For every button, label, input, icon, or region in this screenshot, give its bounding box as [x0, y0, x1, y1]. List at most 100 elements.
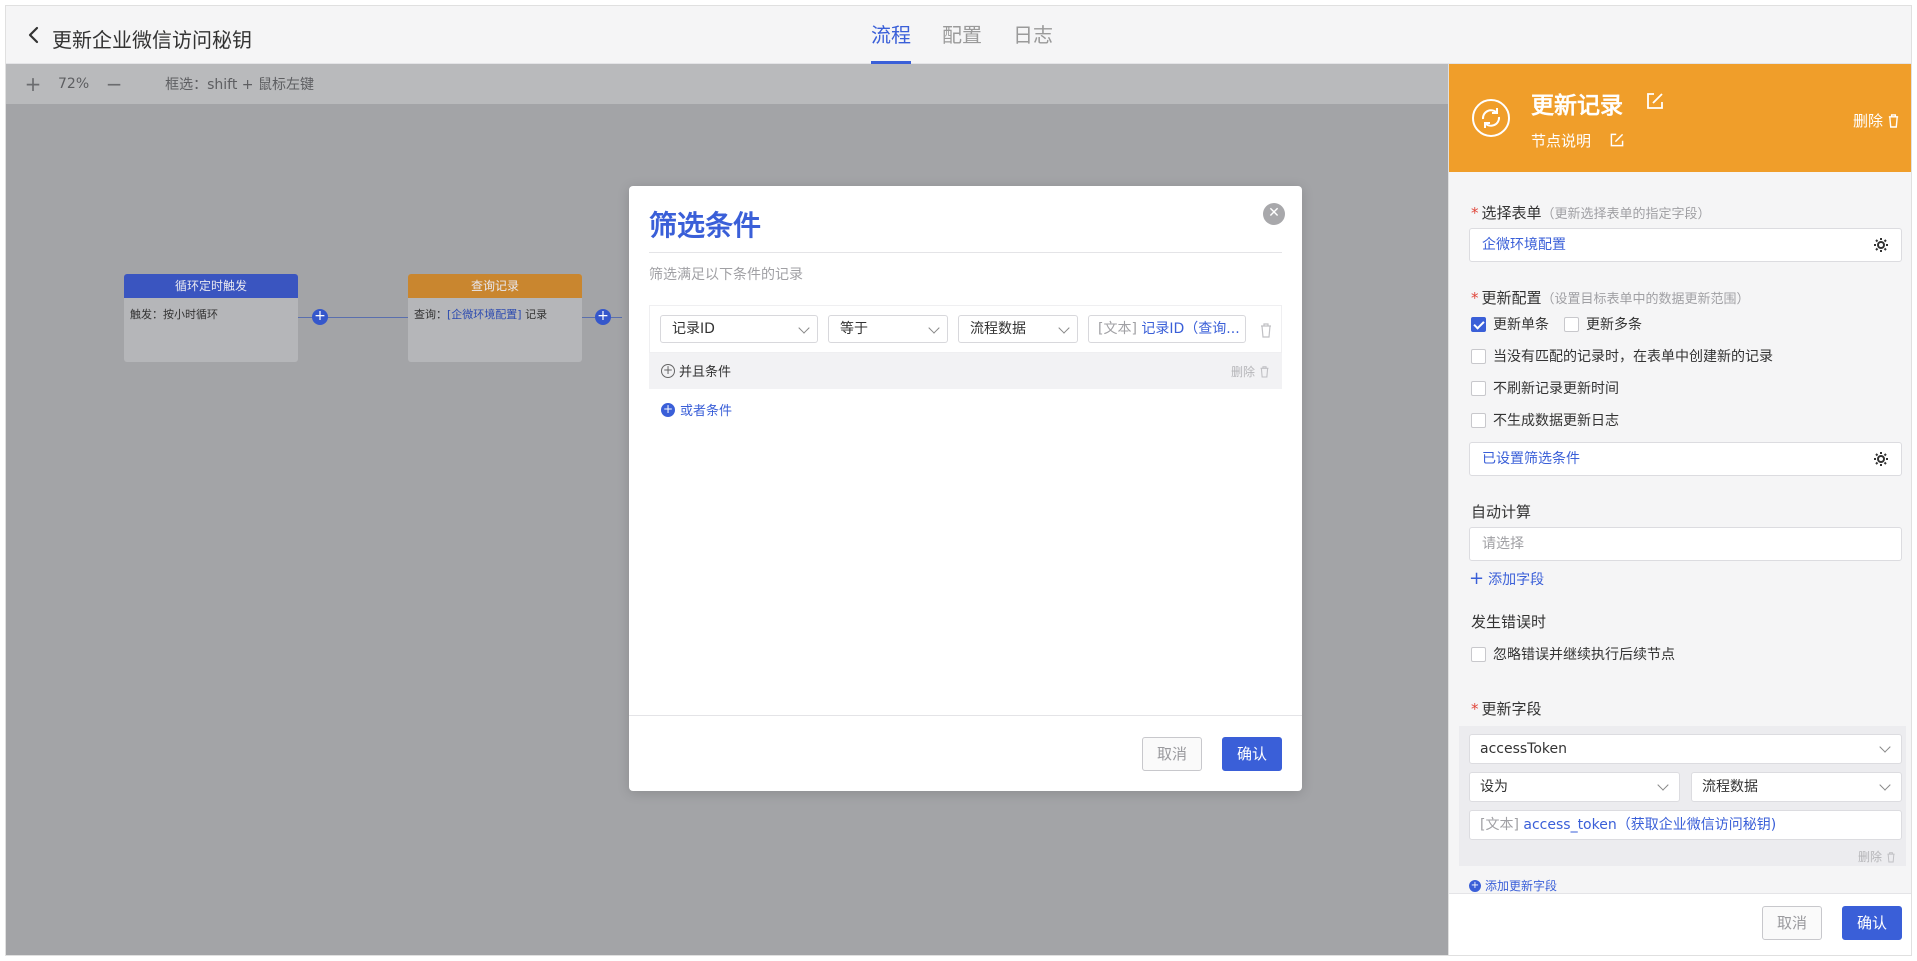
delete-node-button[interactable]: 删除: [1853, 110, 1900, 131]
auto-calc-select[interactable]: 请选择: [1469, 527, 1902, 561]
node-body: 查询：[企微环境配置] 记录: [414, 308, 548, 321]
plus-circle-icon: +: [661, 401, 675, 417]
or-condition-label: 或者条件: [680, 404, 733, 419]
zoom-out-button[interactable]: −: [103, 74, 125, 94]
select-form-label: * 选择表单（更新选择表单的指定字段）: [1471, 204, 1711, 222]
divider: [629, 715, 1302, 716]
trash-icon: [1887, 851, 1895, 862]
dialog-subtitle: 筛选满足以下条件的记录: [649, 267, 803, 283]
zoom-level: 72%: [58, 76, 90, 92]
condition-group: 记录ID 等于 流程数据 [文本] 记录ID（查询... + 并且条件 删除: [649, 305, 1282, 389]
panel-footer: 取消 确认: [1449, 893, 1911, 955]
dialog-cancel-button[interactable]: 取消: [1142, 737, 1202, 771]
gear-icon[interactable]: [1873, 237, 1889, 253]
refresh-icon: [1472, 99, 1510, 137]
condition-value-input[interactable]: [文本] 记录ID（查询...: [1088, 315, 1246, 343]
add-update-field-link[interactable]: + 添加更新字段: [1469, 877, 1557, 894]
trash-icon[interactable]: [1259, 322, 1273, 338]
create-if-missing-checkbox[interactable]: [1471, 348, 1486, 364]
top-header: 更新企业微信访问秘钥 流程 配置 日志: [6, 6, 1911, 64]
node-body: 触发：按小时循环: [130, 308, 218, 321]
delete-update-field-button[interactable]: 删除: [1858, 848, 1896, 865]
no-log-label: 不生成数据更新日志: [1493, 413, 1619, 429]
node-config-panel: 更新记录 节点说明 删除 * 选择表单（更新选择表单的指定字段） 企微环境配置 *…: [1448, 64, 1911, 955]
dialog-title: 筛选条件: [649, 209, 762, 242]
ignore-error-checkbox[interactable]: [1471, 646, 1486, 662]
close-icon[interactable]: ✕: [1263, 203, 1285, 225]
chevron-down-icon: [1657, 779, 1669, 791]
update-fields-label: * 更新字段: [1471, 700, 1542, 718]
chevron-down-icon: [798, 322, 810, 334]
condition-source-select[interactable]: 流程数据: [958, 315, 1078, 343]
plus-icon: +: [1469, 568, 1485, 589]
ignore-error-label: 忽略错误并继续执行后续节点: [1493, 647, 1675, 663]
panel-cancel-button[interactable]: 取消: [1762, 906, 1822, 940]
update-multi-label: 更新多条: [1586, 317, 1642, 333]
tab-flow[interactable]: 流程: [871, 6, 911, 64]
add-node-plus-icon[interactable]: +: [595, 309, 611, 325]
no-refresh-time-checkbox[interactable]: [1471, 380, 1486, 396]
panel-header: 更新记录 节点说明 删除: [1449, 64, 1911, 172]
page-title: 更新企业微信访问秘钥: [52, 28, 252, 52]
chevron-down-icon: [1058, 322, 1070, 334]
on-error-label: 发生错误时: [1471, 613, 1547, 631]
no-log-row: 不生成数据更新日志: [1471, 410, 1619, 430]
query-node[interactable]: 查询记录 查询：[企微环境配置] 记录: [408, 274, 582, 362]
auto-calc-label: 自动计算: [1471, 503, 1532, 521]
dialog-confirm-button[interactable]: 确认: [1222, 737, 1282, 771]
form-select[interactable]: 企微环境配置: [1469, 228, 1902, 262]
node-title: 循环定时触发: [124, 274, 298, 298]
update-op-select[interactable]: 设为: [1469, 772, 1680, 802]
main-tabs: 流程 配置 日志: [871, 6, 1053, 64]
selection-hint: 框选：shift + 鼠标左键: [165, 77, 314, 93]
no-refresh-time-row: 不刷新记录更新时间: [1471, 378, 1619, 398]
trigger-node[interactable]: 循环定时触发 触发：按小时循环: [124, 274, 298, 362]
update-source-select[interactable]: 流程数据: [1691, 772, 1902, 802]
add-or-condition[interactable]: + 或者条件: [661, 400, 732, 419]
update-field-select[interactable]: accessToken: [1469, 734, 1902, 764]
chevron-down-icon: [928, 322, 940, 334]
edit-icon[interactable]: [1609, 132, 1625, 148]
delete-group-button[interactable]: 删除: [1231, 363, 1270, 380]
back-arrow-icon[interactable]: [24, 25, 44, 45]
add-and-condition[interactable]: + 并且条件: [661, 361, 731, 380]
add-field-link[interactable]: + 添加字段: [1469, 569, 1544, 589]
no-refresh-time-label: 不刷新记录更新时间: [1493, 381, 1619, 397]
node-description: 节点说明: [1531, 132, 1592, 150]
node-title: 查询记录: [408, 274, 582, 298]
trash-icon: [1888, 114, 1899, 128]
tab-log[interactable]: 日志: [1013, 6, 1053, 64]
panel-confirm-button[interactable]: 确认: [1842, 906, 1902, 940]
update-value-input[interactable]: [文本] access_token（获取企业微信访问秘钥): [1469, 810, 1902, 840]
update-field-group: accessToken 设为 流程数据 [文本] access_token（获取…: [1459, 726, 1906, 866]
condition-row: 记录ID 等于 流程数据 [文本] 记录ID（查询...: [649, 305, 1282, 353]
plus-circle-icon: +: [661, 362, 675, 378]
canvas-toolbar: + 72% − 框选：shift + 鼠标左键: [6, 64, 1448, 104]
condition-field-select[interactable]: 记录ID: [660, 315, 818, 343]
tab-config[interactable]: 配置: [942, 6, 982, 64]
update-config-label: * 更新配置（设置目标表单中的数据更新范围）: [1471, 289, 1750, 307]
zoom-in-button[interactable]: +: [22, 74, 44, 94]
and-condition-label: 并且条件: [679, 365, 732, 380]
update-mode-row: 更新单条 更新多条: [1471, 314, 1642, 334]
update-multi-checkbox[interactable]: [1564, 316, 1579, 332]
panel-title: 更新记录: [1531, 93, 1623, 119]
trash-icon: [1260, 366, 1269, 378]
edit-icon[interactable]: [1645, 91, 1665, 111]
plus-circle-icon: +: [1469, 879, 1481, 892]
create-if-missing-label: 当没有匹配的记录时，在表单中创建新的记录: [1493, 349, 1773, 365]
condition-operator-select[interactable]: 等于: [828, 315, 948, 343]
ignore-error-row: 忽略错误并继续执行后续节点: [1471, 644, 1675, 664]
gear-icon[interactable]: [1873, 451, 1889, 467]
filter-condition-select[interactable]: 已设置筛选条件: [1469, 442, 1902, 476]
add-field-label: 添加字段: [1488, 572, 1545, 588]
filter-dialog: 筛选条件 ✕ 筛选满足以下条件的记录 记录ID 等于 流程数据 [文本] 记录I…: [629, 186, 1302, 791]
update-single-checkbox[interactable]: [1471, 316, 1486, 332]
add-update-field-label: 添加更新字段: [1485, 879, 1558, 893]
chevron-down-icon: [1879, 779, 1891, 791]
create-if-missing-row: 当没有匹配的记录时，在表单中创建新的记录: [1471, 346, 1773, 366]
delete-label: 删除: [1852, 112, 1883, 130]
no-log-checkbox[interactable]: [1471, 412, 1486, 428]
add-node-plus-icon[interactable]: +: [312, 309, 328, 325]
delete-label: 删除: [1857, 850, 1882, 864]
